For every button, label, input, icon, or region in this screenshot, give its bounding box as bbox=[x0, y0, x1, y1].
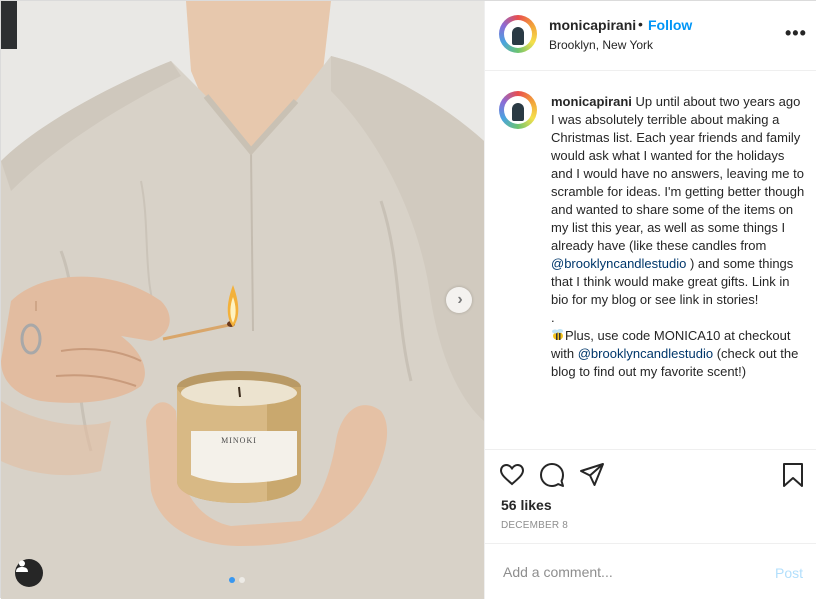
carousel-next-button[interactable]: › bbox=[446, 287, 472, 313]
caption-dot: . bbox=[551, 310, 555, 325]
location-link[interactable]: Brooklyn, New York bbox=[549, 38, 653, 52]
avatar-inner bbox=[504, 96, 532, 124]
bee-emoji-icon bbox=[552, 329, 563, 340]
username-link[interactable]: monicapirani bbox=[549, 17, 636, 33]
add-comment-bar: Post bbox=[485, 543, 816, 599]
carousel-indicator bbox=[229, 577, 245, 583]
post-actions: 56 likes DECEMBER 8 bbox=[485, 449, 816, 543]
mention-link[interactable]: @brooklyncandlestudio bbox=[578, 346, 713, 361]
avatar-figure bbox=[512, 27, 524, 45]
post-caption: monicapirani Up until about two years ag… bbox=[551, 93, 807, 381]
post-sidebar: monicapirani • Follow Brooklyn, New York… bbox=[484, 1, 816, 599]
paper-plane-icon[interactable] bbox=[579, 462, 605, 488]
user-tag-icon bbox=[16, 560, 28, 572]
post-date: DECEMBER 8 bbox=[501, 520, 569, 531]
post-comment-button[interactable]: Post bbox=[775, 565, 803, 581]
instagram-post-modal: MINOKI › monicapirani • Follow Brooklyn,… bbox=[0, 0, 816, 599]
post-header: monicapirani • Follow Brooklyn, New York… bbox=[485, 1, 816, 71]
carousel-dot-active bbox=[229, 577, 235, 583]
candle-label: MINOKI bbox=[221, 436, 257, 445]
post-photo[interactable]: MINOKI › bbox=[1, 1, 484, 599]
heart-icon[interactable] bbox=[499, 462, 525, 488]
comments-section[interactable]: monicapirani Up until about two years ag… bbox=[485, 71, 816, 449]
mention-link[interactable]: @brooklyncandlestudio bbox=[551, 256, 686, 271]
chevron-right-icon: › bbox=[457, 291, 463, 308]
more-options-icon[interactable]: ••• bbox=[785, 23, 807, 44]
avatar-figure bbox=[512, 103, 524, 121]
bookmark-icon[interactable] bbox=[780, 462, 806, 488]
caption-username[interactable]: monicapirani bbox=[551, 94, 632, 109]
comment-input[interactable] bbox=[501, 558, 765, 586]
photo-illustration: MINOKI bbox=[1, 1, 484, 599]
avatar-inner bbox=[504, 20, 532, 48]
carousel-dot bbox=[239, 577, 245, 583]
caption-text: Up until about two years ago I was absol… bbox=[551, 94, 805, 253]
user-tag-button[interactable] bbox=[15, 559, 43, 587]
likes-count[interactable]: 56 likes bbox=[501, 497, 552, 513]
separator-dot: • bbox=[638, 16, 643, 32]
follow-button[interactable]: Follow bbox=[648, 17, 692, 33]
avatar[interactable] bbox=[499, 15, 537, 53]
speech-bubble-icon[interactable] bbox=[539, 462, 565, 488]
caption-avatar[interactable] bbox=[499, 91, 537, 129]
frame-edge bbox=[1, 1, 17, 49]
